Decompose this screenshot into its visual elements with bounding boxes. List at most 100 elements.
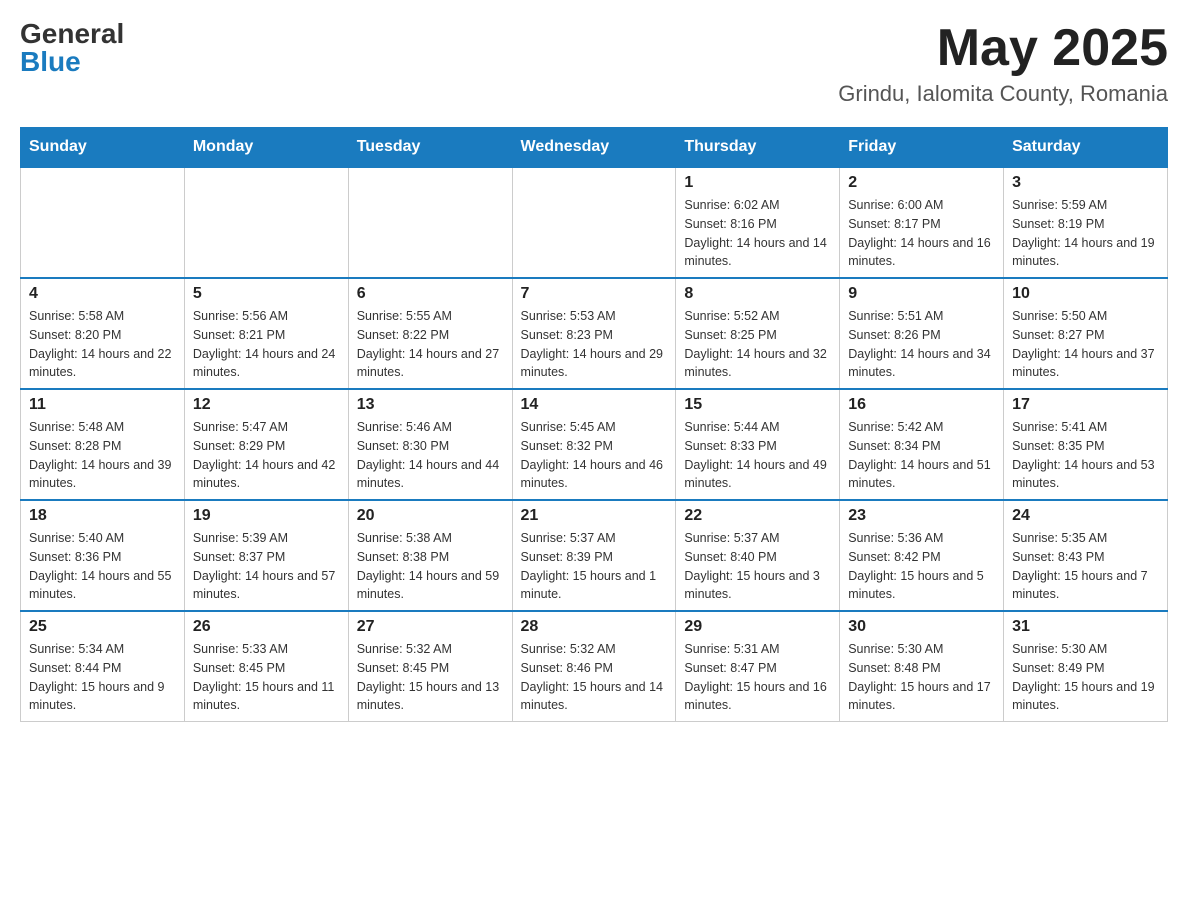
logo: General Blue: [20, 20, 124, 76]
day-number: 31: [1012, 618, 1159, 636]
calendar-cell: 25 Sunrise: 5:34 AMSunset: 8:44 PMDayligh…: [21, 611, 185, 722]
day-number: 20: [357, 507, 504, 525]
location-text: Grindu, Ialomita County, Romania: [838, 81, 1168, 107]
day-number: 6: [357, 285, 504, 303]
day-info: Sunrise: 5:34 AMSunset: 8:44 PMDaylight:…: [29, 640, 176, 715]
calendar-cell: 31 Sunrise: 5:30 AMSunset: 8:49 PMDayligh…: [1004, 611, 1168, 722]
day-number: 23: [848, 507, 995, 525]
calendar-cell: 26 Sunrise: 5:33 AMSunset: 8:45 PMDayligh…: [184, 611, 348, 722]
calendar-cell: 11Sunrise: 5:48 AMSunset: 8:28 PMDayligh…: [21, 389, 185, 500]
day-info: Sunrise: 5:53 AMSunset: 8:23 PMDaylight:…: [521, 307, 668, 382]
calendar-cell: 27 Sunrise: 5:32 AMSunset: 8:45 PMDayligh…: [348, 611, 512, 722]
day-number: 9: [848, 285, 995, 303]
day-number: 14: [521, 396, 668, 414]
day-info: Sunrise: 5:37 AMSunset: 8:40 PMDaylight:…: [684, 529, 831, 604]
calendar-cell: 28 Sunrise: 5:32 AMSunset: 8:46 PMDayligh…: [512, 611, 676, 722]
day-number: 24: [1012, 507, 1159, 525]
day-info: Sunrise: 5:46 AMSunset: 8:30 PMDaylight:…: [357, 418, 504, 493]
calendar-cell: 3 Sunrise: 5:59 AMSunset: 8:19 PMDaylight…: [1004, 167, 1168, 278]
calendar-cell: 7 Sunrise: 5:53 AMSunset: 8:23 PMDaylight…: [512, 278, 676, 389]
calendar-cell: 30Sunrise: 5:30 AMSunset: 8:48 PMDayligh…: [840, 611, 1004, 722]
calendar-cell: 4 Sunrise: 5:58 AMSunset: 8:20 PMDaylight…: [21, 278, 185, 389]
day-info: Sunrise: 5:51 AMSunset: 8:26 PMDaylight:…: [848, 307, 995, 382]
calendar-cell: 18 Sunrise: 5:40 AMSunset: 8:36 PMDayligh…: [21, 500, 185, 611]
weekday-header-saturday: Saturday: [1004, 128, 1168, 168]
day-info: Sunrise: 5:33 AMSunset: 8:45 PMDaylight:…: [193, 640, 340, 715]
day-number: 5: [193, 285, 340, 303]
calendar-cell: [512, 167, 676, 278]
calendar-cell: 17 Sunrise: 5:41 AMSunset: 8:35 PMDayligh…: [1004, 389, 1168, 500]
day-info: Sunrise: 5:58 AMSunset: 8:20 PMDaylight:…: [29, 307, 176, 382]
calendar-cell: 22Sunrise: 5:37 AMSunset: 8:40 PMDayligh…: [676, 500, 840, 611]
day-number: 18: [29, 507, 176, 525]
day-number: 4: [29, 285, 176, 303]
calendar-cell: 24 Sunrise: 5:35 AMSunset: 8:43 PMDayligh…: [1004, 500, 1168, 611]
day-info: Sunrise: 5:30 AMSunset: 8:49 PMDaylight:…: [1012, 640, 1159, 715]
calendar-cell: 16Sunrise: 5:42 AMSunset: 8:34 PMDayligh…: [840, 389, 1004, 500]
day-info: Sunrise: 5:41 AMSunset: 8:35 PMDaylight:…: [1012, 418, 1159, 493]
title-area: May 2025 Grindu, Ialomita County, Romani…: [838, 20, 1168, 107]
day-info: Sunrise: 6:00 AMSunset: 8:17 PMDaylight:…: [848, 196, 995, 271]
week-row-4: 18 Sunrise: 5:40 AMSunset: 8:36 PMDayligh…: [21, 500, 1168, 611]
day-number: 21: [521, 507, 668, 525]
calendar-cell: 9 Sunrise: 5:51 AMSunset: 8:26 PMDaylight…: [840, 278, 1004, 389]
weekday-header-thursday: Thursday: [676, 128, 840, 168]
day-number: 11: [29, 396, 176, 414]
day-number: 7: [521, 285, 668, 303]
day-info: Sunrise: 5:44 AMSunset: 8:33 PMDaylight:…: [684, 418, 831, 493]
calendar-cell: 12Sunrise: 5:47 AMSunset: 8:29 PMDayligh…: [184, 389, 348, 500]
day-info: Sunrise: 5:39 AMSunset: 8:37 PMDaylight:…: [193, 529, 340, 604]
logo-general-text: General: [20, 20, 124, 48]
day-number: 17: [1012, 396, 1159, 414]
week-row-5: 25 Sunrise: 5:34 AMSunset: 8:44 PMDayligh…: [21, 611, 1168, 722]
calendar-cell: [21, 167, 185, 278]
weekday-header-row: SundayMondayTuesdayWednesdayThursdayFrid…: [21, 128, 1168, 168]
day-info: Sunrise: 5:42 AMSunset: 8:34 PMDaylight:…: [848, 418, 995, 493]
day-info: Sunrise: 6:02 AMSunset: 8:16 PMDaylight:…: [684, 196, 831, 271]
calendar-cell: 6Sunrise: 5:55 AMSunset: 8:22 PMDaylight…: [348, 278, 512, 389]
day-number: 13: [357, 396, 504, 414]
calendar-cell: 15 Sunrise: 5:44 AMSunset: 8:33 PMDayligh…: [676, 389, 840, 500]
day-info: Sunrise: 5:37 AMSunset: 8:39 PMDaylight:…: [521, 529, 668, 604]
day-number: 28: [521, 618, 668, 636]
calendar-cell: 21 Sunrise: 5:37 AMSunset: 8:39 PMDayligh…: [512, 500, 676, 611]
weekday-header-wednesday: Wednesday: [512, 128, 676, 168]
day-info: Sunrise: 5:56 AMSunset: 8:21 PMDaylight:…: [193, 307, 340, 382]
page-header: General Blue May 2025 Grindu, Ialomita C…: [20, 20, 1168, 107]
day-info: Sunrise: 5:35 AMSunset: 8:43 PMDaylight:…: [1012, 529, 1159, 604]
day-number: 2: [848, 174, 995, 192]
day-info: Sunrise: 5:38 AMSunset: 8:38 PMDaylight:…: [357, 529, 504, 604]
day-number: 27: [357, 618, 504, 636]
calendar-cell: 19Sunrise: 5:39 AMSunset: 8:37 PMDayligh…: [184, 500, 348, 611]
weekday-header-sunday: Sunday: [21, 128, 185, 168]
calendar-cell: 13 Sunrise: 5:46 AMSunset: 8:30 PMDayligh…: [348, 389, 512, 500]
weekday-header-monday: Monday: [184, 128, 348, 168]
day-number: 15: [684, 396, 831, 414]
week-row-3: 11Sunrise: 5:48 AMSunset: 8:28 PMDayligh…: [21, 389, 1168, 500]
day-number: 3: [1012, 174, 1159, 192]
week-row-2: 4 Sunrise: 5:58 AMSunset: 8:20 PMDaylight…: [21, 278, 1168, 389]
day-number: 25: [29, 618, 176, 636]
calendar-cell: [184, 167, 348, 278]
day-info: Sunrise: 5:32 AMSunset: 8:45 PMDaylight:…: [357, 640, 504, 715]
day-info: Sunrise: 5:45 AMSunset: 8:32 PMDaylight:…: [521, 418, 668, 493]
calendar-cell: 10Sunrise: 5:50 AMSunset: 8:27 PMDayligh…: [1004, 278, 1168, 389]
day-info: Sunrise: 5:32 AMSunset: 8:46 PMDaylight:…: [521, 640, 668, 715]
day-number: 1: [684, 174, 831, 192]
week-row-1: 1 Sunrise: 6:02 AMSunset: 8:16 PMDaylight…: [21, 167, 1168, 278]
calendar-cell: 29Sunrise: 5:31 AMSunset: 8:47 PMDayligh…: [676, 611, 840, 722]
calendar-cell: 14 Sunrise: 5:45 AMSunset: 8:32 PMDayligh…: [512, 389, 676, 500]
day-info: Sunrise: 5:59 AMSunset: 8:19 PMDaylight:…: [1012, 196, 1159, 271]
calendar-cell: 20 Sunrise: 5:38 AMSunset: 8:38 PMDayligh…: [348, 500, 512, 611]
day-number: 29: [684, 618, 831, 636]
day-info: Sunrise: 5:50 AMSunset: 8:27 PMDaylight:…: [1012, 307, 1159, 382]
day-info: Sunrise: 5:40 AMSunset: 8:36 PMDaylight:…: [29, 529, 176, 604]
day-number: 26: [193, 618, 340, 636]
weekday-header-tuesday: Tuesday: [348, 128, 512, 168]
day-number: 30: [848, 618, 995, 636]
day-info: Sunrise: 5:36 AMSunset: 8:42 PMDaylight:…: [848, 529, 995, 604]
calendar-cell: 2 Sunrise: 6:00 AMSunset: 8:17 PMDaylight…: [840, 167, 1004, 278]
calendar-table: SundayMondayTuesdayWednesdayThursdayFrid…: [20, 127, 1168, 722]
calendar-cell: 8Sunrise: 5:52 AMSunset: 8:25 PMDaylight…: [676, 278, 840, 389]
day-number: 8: [684, 285, 831, 303]
